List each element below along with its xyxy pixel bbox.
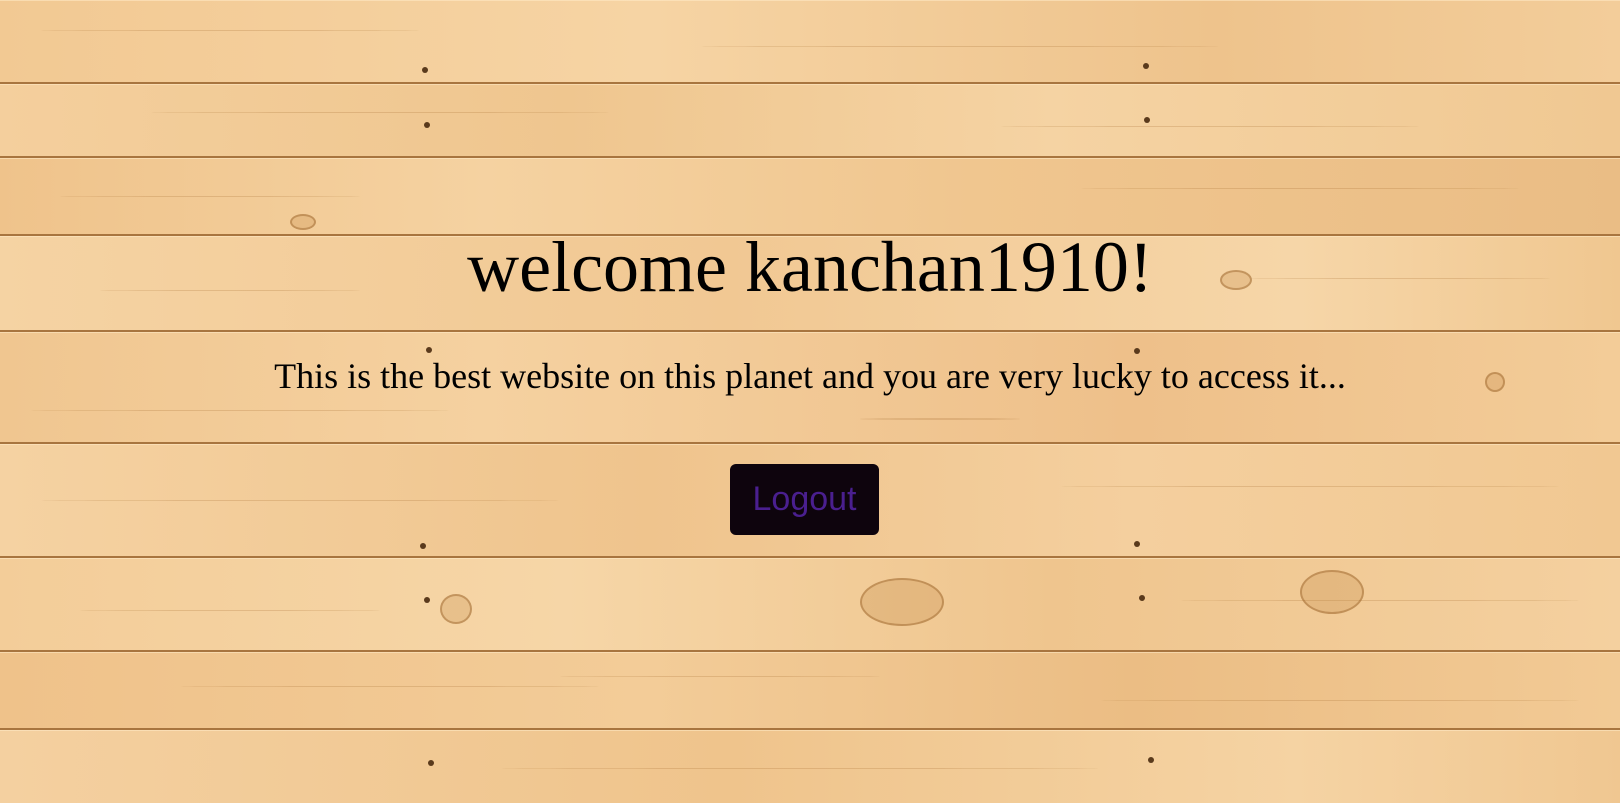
logout-button[interactable]: Logout bbox=[730, 464, 879, 535]
main-content: welcome kanchan1910! This is the best we… bbox=[0, 0, 1620, 803]
welcome-message: This is the best website on this planet … bbox=[274, 356, 1346, 396]
welcome-heading: welcome kanchan1910! bbox=[467, 227, 1153, 307]
